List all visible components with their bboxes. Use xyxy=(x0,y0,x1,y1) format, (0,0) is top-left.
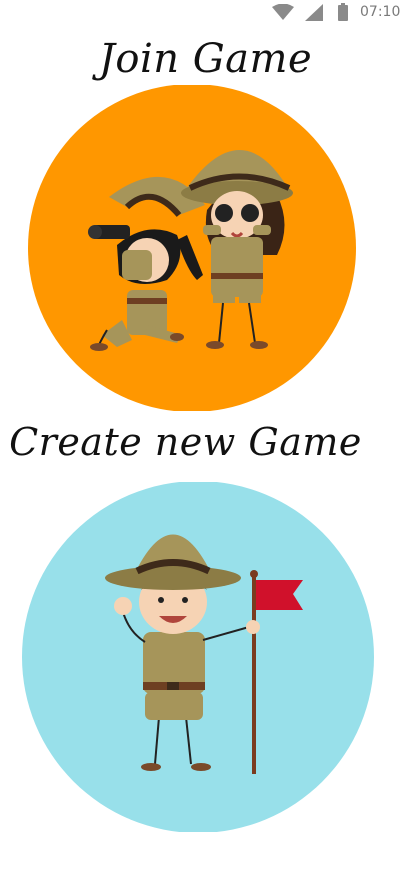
cell-signal-icon xyxy=(305,4,323,21)
create-game-button[interactable] xyxy=(21,482,375,832)
join-game-title[interactable]: Join Game xyxy=(0,36,411,82)
status-bar: 07:10 xyxy=(0,0,411,26)
status-time: 07:10 xyxy=(360,4,401,20)
wifi-icon xyxy=(272,4,294,20)
join-game-illustration xyxy=(28,85,356,411)
join-game-button[interactable] xyxy=(27,85,357,411)
create-game-title[interactable]: Create new Game xyxy=(0,420,391,464)
battery-icon xyxy=(338,3,348,21)
create-game-illustration xyxy=(22,482,374,832)
